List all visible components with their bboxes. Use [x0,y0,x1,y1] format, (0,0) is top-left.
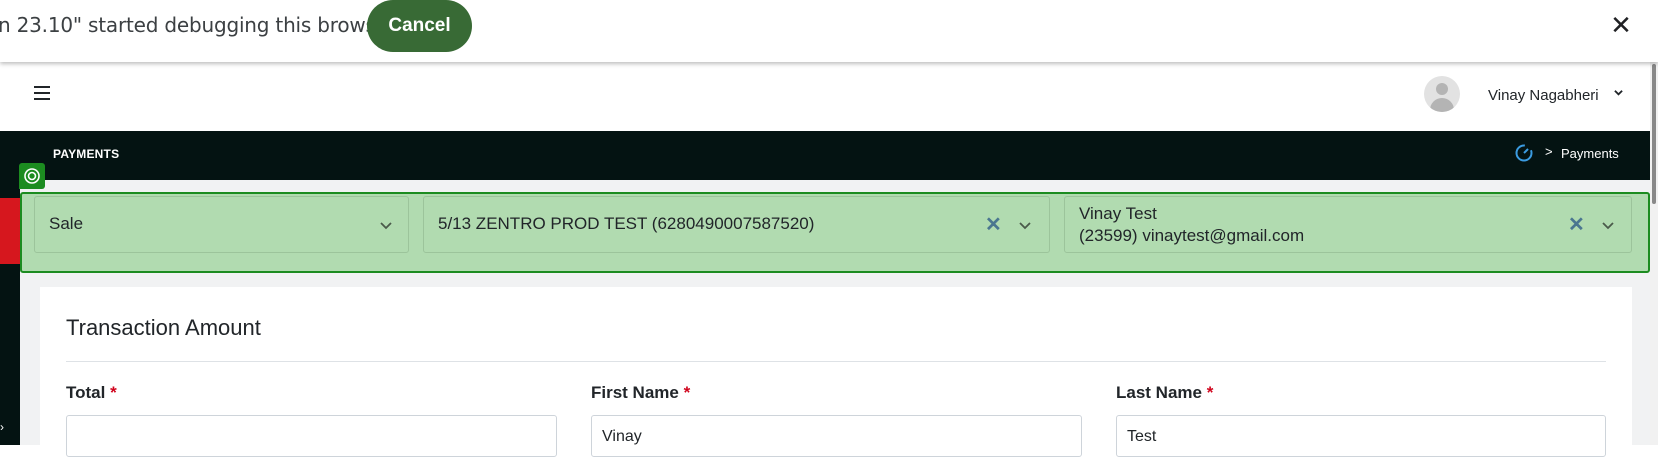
first-name-label: First Name * [591,383,691,402]
divider [66,361,1606,362]
first-name-input[interactable]: Vinay [591,415,1082,457]
breadcrumb-separator: > [1545,144,1553,159]
page-title: PAYMENTS [53,147,120,161]
clear-customer-icon[interactable]: ✕ [1568,212,1585,237]
transaction-amount-card: Transaction Amount Total * First Name * … [40,287,1632,457]
page-title-bar: PAYMENTS > Payments [0,131,1650,180]
user-avatar-icon[interactable] [1424,76,1460,112]
total-input[interactable] [66,415,557,457]
dashboard-icon[interactable] [1514,143,1534,163]
card-title: Transaction Amount [66,315,261,340]
target-icon [19,163,45,189]
cancel-debugging-button[interactable]: Cancel [367,0,472,52]
terminal-select[interactable]: 5/13 ZENTRO PROD TEST (6280490007587520)… [423,196,1050,253]
transaction-type-select[interactable]: Sale [34,196,409,253]
clear-terminal-icon[interactable]: ✕ [985,212,1002,237]
scrollbar-thumb[interactable] [1652,64,1656,204]
close-icon[interactable]: ✕ [1606,10,1636,40]
debug-message: n 23.10" started debugging this browser [0,13,396,37]
breadcrumb-current: Payments [1561,146,1619,161]
chevron-down-icon[interactable] [1601,218,1615,232]
chevron-down-icon[interactable] [1018,218,1032,232]
terminal-value: 5/13 ZENTRO PROD TEST (6280490007587520) [438,214,815,233]
hamburger-icon[interactable] [34,86,50,100]
customer-detail: (23599) vinaytest@gmail.com [1079,226,1305,245]
debug-infobar: n 23.10" started debugging this browser … [0,0,1658,62]
total-label: Total * [66,383,117,402]
chevron-down-icon[interactable] [379,218,393,232]
app-header: Vinay Nagabheri [0,62,1658,131]
transaction-type-value: Sale [49,214,84,233]
last-name-input[interactable]: Test [1116,415,1606,457]
last-name-label: Last Name * [1116,383,1214,402]
chevron-down-icon[interactable] [1614,88,1623,97]
side-rail-active-item[interactable] [0,198,20,264]
user-name[interactable]: Vinay Nagabheri [1488,87,1599,104]
customer-select[interactable]: Vinay Test (23599) vinaytest@gmail.com ✕ [1064,196,1632,253]
expand-arrow-icon[interactable]: › [0,420,4,434]
customer-name: Vinay Test [1079,204,1157,223]
